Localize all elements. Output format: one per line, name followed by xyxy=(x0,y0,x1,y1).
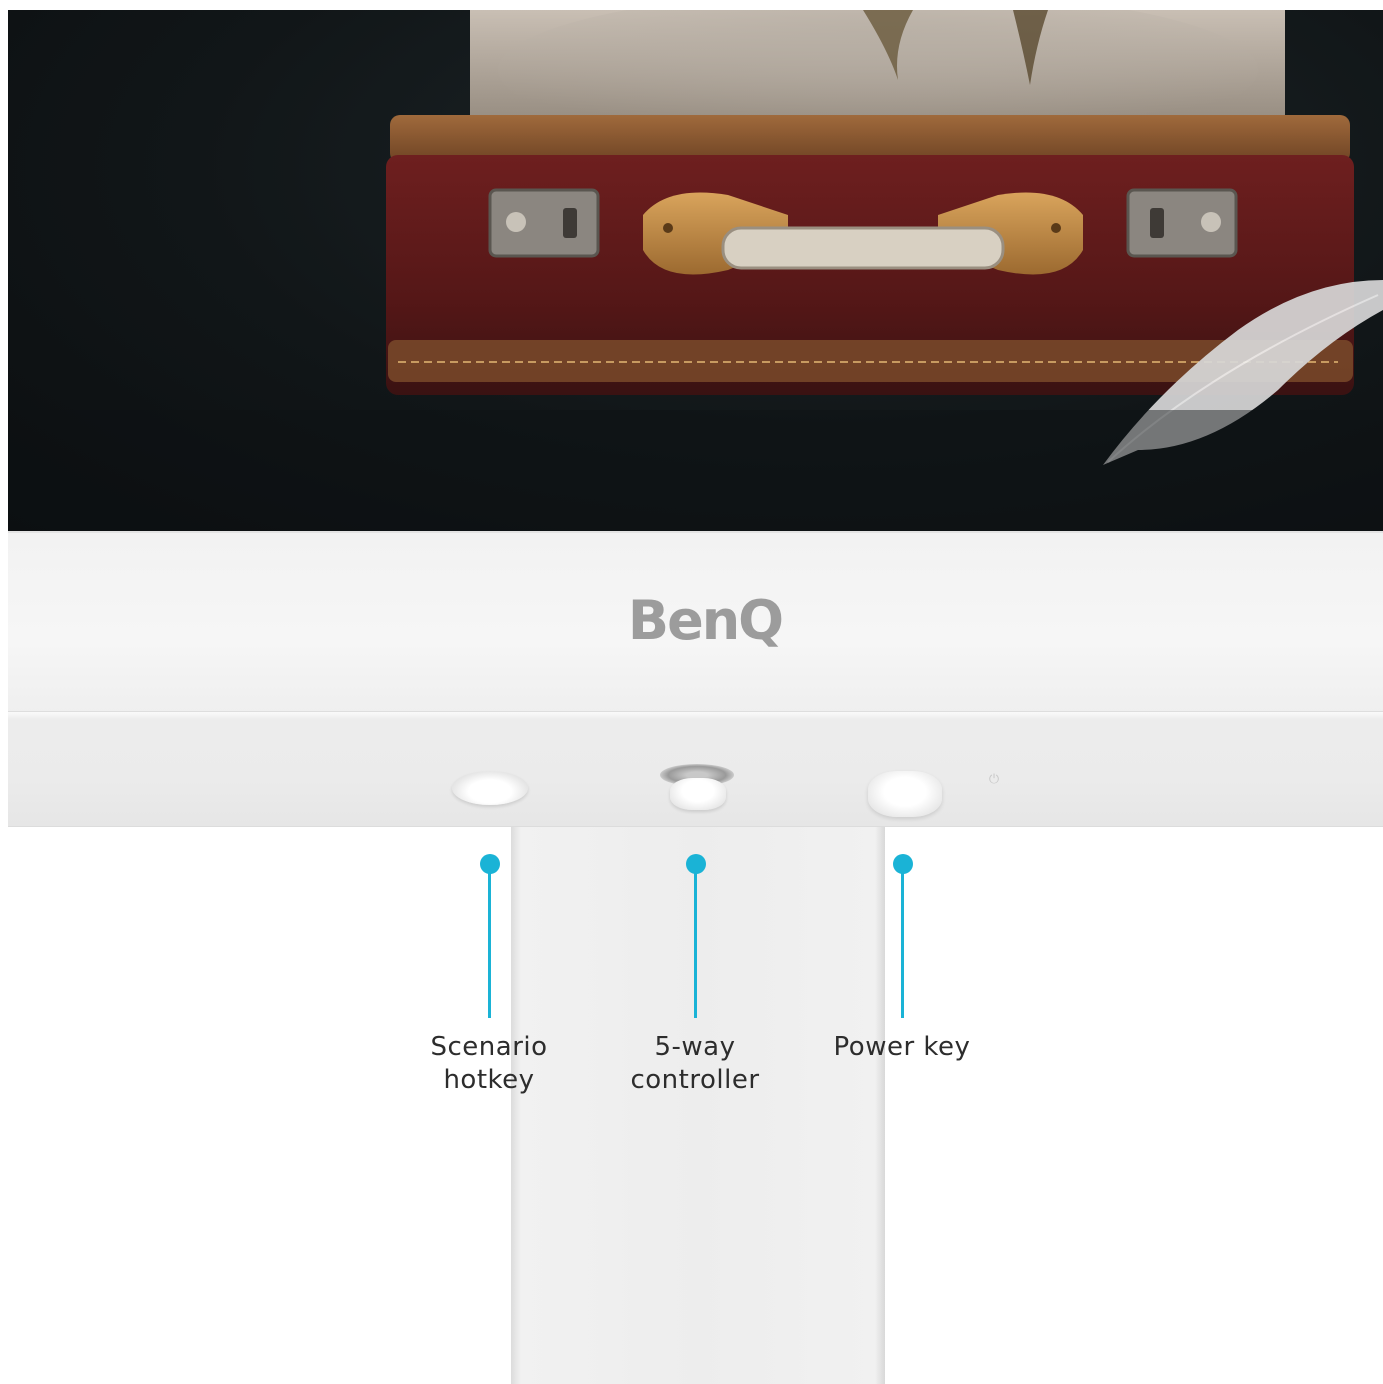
callout-label-controller-line1: 5-way xyxy=(654,1032,736,1062)
callout-label-scenario-line1: Scenario xyxy=(430,1032,548,1062)
power-key-button[interactable] xyxy=(868,771,942,817)
monitor-screen xyxy=(8,10,1383,531)
callout-line-controller xyxy=(694,870,697,1018)
callout-label-scenario-line2: hotkey xyxy=(443,1065,535,1095)
power-icon: ⏻ xyxy=(988,772,1000,787)
callout-label-scenario: Scenario hotkey xyxy=(379,1031,599,1097)
callout-label-power-line1: Power key xyxy=(833,1032,971,1062)
callout-line-scenario xyxy=(488,870,491,1018)
suitcase-handle xyxy=(721,226,1005,270)
callout-label-controller-line2: controller xyxy=(630,1065,760,1095)
suitcase-photo xyxy=(8,10,1383,531)
callout-line-power xyxy=(901,870,904,1018)
scenario-hotkey-button[interactable] xyxy=(452,771,528,805)
five-way-controller-button[interactable] xyxy=(670,778,726,810)
callout-label-power: Power key xyxy=(792,1031,1012,1064)
benq-logo: BenQ xyxy=(627,588,784,652)
monitor-stand xyxy=(511,826,885,1384)
product-image: BenQ ⏻ Scenario hotkey 5-way controller … xyxy=(0,0,1383,1384)
callout-label-controller: 5-way controller xyxy=(585,1031,805,1097)
